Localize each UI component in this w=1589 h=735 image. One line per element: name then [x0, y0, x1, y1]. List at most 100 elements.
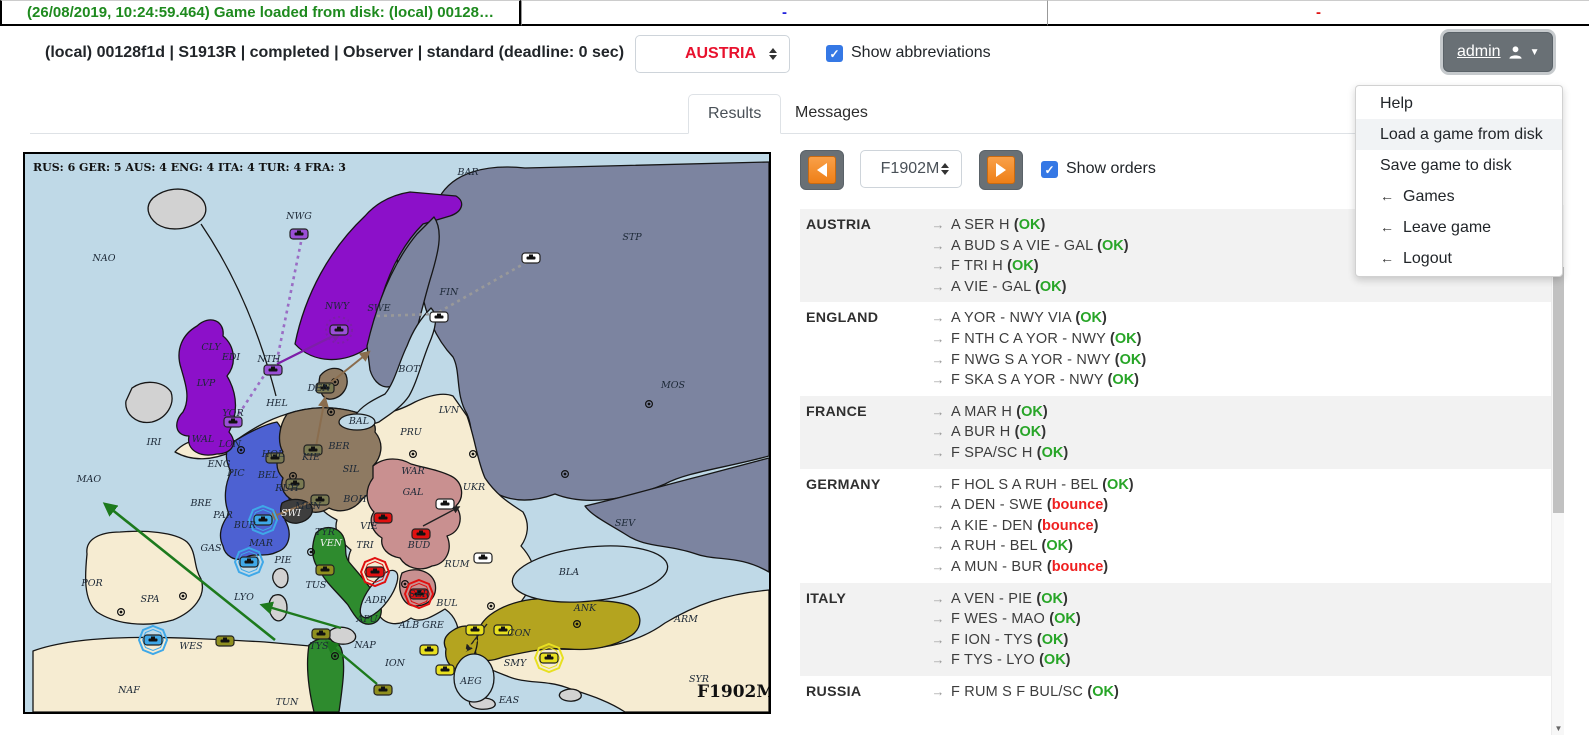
region-label-nap: NAP: [353, 640, 376, 651]
show-orders-checkbox[interactable]: ✓: [1041, 161, 1058, 178]
menu-item-games[interactable]: ←Games: [1356, 181, 1562, 212]
unit-marker: [474, 553, 492, 563]
region-label-fin: FIN: [439, 287, 459, 298]
caret-down-icon: ▼: [1530, 47, 1540, 58]
scrollbar-down-icon[interactable]: ▼: [1552, 724, 1565, 733]
region-label-bla: BLA: [558, 567, 579, 578]
region-label-kie: KIE: [301, 452, 320, 463]
menu-item-load-a-game-from-disk[interactable]: Load a game from disk: [1356, 119, 1562, 150]
status-message: (26/08/2019, 10:24:59.464) Game loaded f…: [0, 0, 521, 26]
region-label-tyr: TYR: [315, 527, 335, 538]
region-label-tys: TYS: [309, 641, 329, 652]
orders-column: →A MAR H (OK)→A BUR H (OK)→F SPA/SC H (O…: [925, 402, 1551, 464]
order-line: →A VIE - GAL (OK): [925, 277, 1551, 298]
region-label-eas: EAS: [498, 695, 520, 706]
region-label-arm: ARM: [673, 614, 698, 625]
order-arrow-icon: →: [925, 495, 951, 516]
order-arrow-icon: →: [925, 308, 951, 329]
show-orders-label[interactable]: Show orders: [1066, 160, 1156, 178]
next-phase-button[interactable]: [979, 150, 1023, 190]
region-label-pru: PRU: [399, 427, 423, 438]
region-label-mos: MOS: [660, 380, 686, 391]
order-result: OK: [1107, 477, 1129, 493]
unit-marker: [216, 636, 234, 646]
show-abbreviations-label[interactable]: Show abbreviations: [851, 44, 991, 62]
order-arrow-icon: →: [925, 370, 951, 391]
order-arrow-icon: →: [925, 350, 951, 371]
unit-marker: [430, 312, 448, 322]
unit-marker: [436, 499, 454, 509]
region-label-yor: YOR: [222, 408, 243, 419]
results-list: AUSTRIA→A SER H (OK)→A BUD S A VIE - GAL…: [800, 209, 1551, 707]
region-label-bot: BOT: [397, 364, 420, 375]
previous-phase-button[interactable]: [800, 150, 844, 190]
menu-item-help[interactable]: Help: [1356, 88, 1562, 119]
tab-results[interactable]: Results: [688, 94, 781, 134]
order-arrow-icon: →: [925, 516, 951, 537]
back-arrow-icon: ←: [1380, 188, 1394, 204]
game-map: BARNWGSTPNAOFINNWYSWEMOSNTHBOTCLYEDILVPY…: [23, 152, 771, 714]
power-name: ENGLAND: [806, 308, 925, 390]
unit-marker: [312, 629, 330, 639]
region-label-pie: PIE: [273, 555, 291, 566]
right-arrow-icon: [987, 156, 1015, 184]
region-label-gre: GRE: [422, 620, 444, 631]
user-name: admin: [1457, 43, 1501, 61]
region-label-mao: MAO: [76, 474, 102, 485]
order-result: OK: [1112, 372, 1134, 388]
order-result: OK: [1120, 352, 1142, 368]
results-row-italy: ITALY→A VEN - PIE (OK)→F WES - MAO (OK)→…: [800, 583, 1551, 676]
menu-item-logout[interactable]: ←Logout: [1356, 243, 1562, 274]
order-result: OK: [1044, 652, 1066, 668]
region-label-bal: BAL: [348, 416, 369, 427]
scrollbar-thumb[interactable]: [1553, 267, 1564, 513]
region-label-ber: BER: [327, 441, 349, 452]
map-stats-text: RUS: 6 GER: 5 AUS: 4 ENG: 4 ITA: 4 TUR: …: [33, 161, 346, 174]
region-label-bud: BUD: [407, 540, 431, 551]
menu-item-leave-game[interactable]: ←Leave game: [1356, 212, 1562, 243]
region-label-swi: SWI: [281, 508, 301, 519]
status-cell-3: -: [1047, 0, 1589, 26]
orders-column: →A VEN - PIE (OK)→F WES - MAO (OK)→F ION…: [925, 589, 1551, 671]
tab-messages[interactable]: Messages: [776, 94, 887, 134]
orders-column: →F HOL S A RUH - BEL (OK)→A DEN - SWE (b…: [925, 475, 1551, 578]
region-label-bre: BRE: [189, 498, 211, 509]
region-label-lon: LON: [218, 439, 242, 450]
phase-select[interactable]: F1902M: [860, 150, 962, 188]
order-line: →F HOL S A RUH - BEL (OK): [925, 475, 1551, 496]
unit-marker: [522, 253, 540, 263]
phase-select-value: F1902M: [875, 160, 940, 178]
order-line: →A MUN - BUR (bounce): [925, 557, 1551, 578]
region-label-stp: STP: [622, 232, 642, 243]
region-label-bel: BEL: [257, 470, 278, 481]
order-result: OK: [1102, 238, 1124, 254]
order-arrow-icon: →: [925, 256, 951, 277]
order-line: →A YOR - NWY VIA (OK): [925, 308, 1551, 329]
orders-column: →F RUM S F BUL/SC (OK): [925, 682, 1551, 703]
page: (26/08/2019, 10:24:59.464) Game loaded f…: [0, 0, 1589, 735]
menu-item-save-game-to-disk[interactable]: Save game to disk: [1356, 150, 1562, 181]
region-label-adr: ADR: [364, 595, 387, 606]
region-label-mar: MAR: [248, 538, 273, 549]
region-label-ven: VEN: [320, 538, 343, 549]
power-name: ITALY: [806, 589, 925, 671]
unit-marker: [374, 685, 392, 695]
unit-marker: [412, 529, 430, 539]
order-result: OK: [1042, 445, 1064, 461]
power-name: RUSSIA: [806, 682, 925, 703]
user-menu: HelpLoad a game from diskSave game to di…: [1355, 85, 1563, 277]
power-select-value: AUSTRIA: [661, 45, 756, 63]
results-row-france: FRANCE→A MAR H (OK)→A BUR H (OK)→F SPA/S…: [800, 396, 1551, 469]
power-select[interactable]: AUSTRIA: [635, 35, 790, 73]
results-scrollbar[interactable]: ▼: [1551, 205, 1564, 735]
power-name: GERMANY: [806, 475, 925, 578]
user-menu-button[interactable]: admin ▼: [1443, 32, 1553, 72]
select-arrows-icon: [941, 163, 949, 175]
show-abbreviations-checkbox[interactable]: ✓: [826, 45, 843, 62]
region-label-nwg: NWG: [285, 211, 312, 222]
tab-bar: ResultsMessages: [30, 95, 1541, 134]
order-result: OK: [1046, 538, 1068, 554]
back-arrow-icon: ←: [1380, 219, 1394, 235]
order-line: →A BUR H (OK): [925, 422, 1551, 443]
region-label-nwy: NWY: [324, 301, 351, 312]
